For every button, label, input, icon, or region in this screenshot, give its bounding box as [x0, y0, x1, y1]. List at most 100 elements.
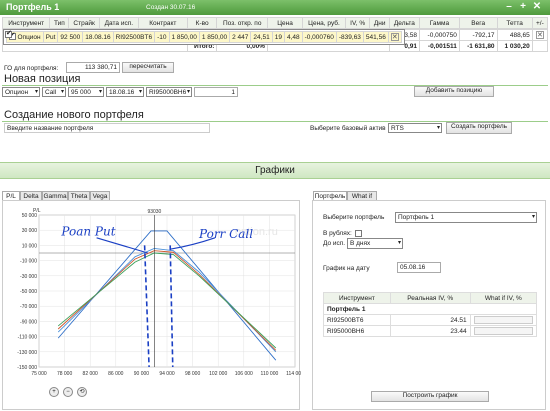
- table-cell: Put: [42, 31, 59, 43]
- portfolio-select-label: Выберите портфель: [323, 214, 385, 221]
- date-select[interactable]: 18.08.16 ▾: [106, 87, 144, 97]
- column-header[interactable]: Дельта: [388, 17, 421, 29]
- iv-table: Инструмент Реальная IV, % What if IV, % …: [323, 292, 538, 337]
- type-select[interactable]: Опцион ▾: [2, 87, 40, 97]
- table-cell: 1 850,00: [198, 31, 231, 43]
- total-cell: -1 631,80: [458, 40, 498, 52]
- column-header[interactable]: Тетта: [496, 17, 533, 29]
- column-header[interactable]: +/-: [531, 17, 549, 29]
- iv-head-real: Реальная IV, %: [389, 292, 471, 304]
- x-tick-label: 114 000: [286, 371, 301, 377]
- iv-whatif-input[interactable]: [469, 325, 538, 337]
- table-cell: -792,17: [458, 29, 498, 41]
- iv-whatif-input[interactable]: [469, 314, 538, 326]
- app-root: Портфель 1 Создан 30.07.16 – + ✕ Инструм…: [0, 0, 550, 411]
- add-position-button[interactable]: Добавить позицию: [414, 86, 494, 97]
- x-tick-label: 94 000: [159, 371, 175, 377]
- column-header[interactable]: Тип: [49, 17, 70, 29]
- column-header[interactable]: IV, %: [344, 17, 371, 29]
- table-cell: -10: [154, 31, 170, 43]
- total-cell: -0,001511: [419, 40, 460, 52]
- table-cell: RI92500BT6: [112, 31, 156, 43]
- y-tick-label: 10 000: [22, 243, 38, 249]
- table-cell: -0,000750: [419, 29, 460, 41]
- table-row: RI95000BH6 23.44: [323, 325, 538, 337]
- strike-select[interactable]: 95 000 ▾: [68, 87, 104, 97]
- x-tick-label: 106 000: [235, 371, 253, 377]
- table-cell: -839,63: [335, 31, 364, 43]
- price-marker-label: 93030: [147, 209, 161, 215]
- table-row: RI92500BT6 24.51: [323, 314, 538, 326]
- portfolio-select[interactable]: Портфель 1 ▾: [395, 212, 537, 223]
- column-header[interactable]: Вега: [458, 17, 498, 29]
- rub-label: В рублях:: [323, 230, 352, 237]
- portfolio-header: Портфель 1 Создан 30.07.16 – + ✕: [0, 0, 550, 15]
- rub-checkbox[interactable]: [355, 230, 362, 237]
- x-tick-label: 102 000: [209, 371, 227, 377]
- iv-real: 23.44: [389, 325, 471, 337]
- iv-head-whatif: What if IV, %: [469, 292, 538, 304]
- column-header[interactable]: Цена, руб.: [302, 17, 346, 29]
- column-header[interactable]: Контракт: [137, 17, 188, 29]
- table-cell: ✕: [531, 29, 549, 41]
- iv-instrument: RI92500BT6: [323, 314, 391, 326]
- created-date: Создан 30.07.16: [146, 4, 196, 11]
- iv-group: Портфель 1: [323, 303, 537, 315]
- instrument-label: Опцион: [17, 33, 41, 41]
- add-icon[interactable]: +: [518, 2, 528, 12]
- column-header[interactable]: Гамма: [419, 17, 460, 29]
- handdrawn-call-label: Porr Call: [198, 227, 253, 241]
- chart-date-input[interactable]: 05.08.16: [397, 262, 441, 273]
- x-tick-label: 86 000: [108, 371, 124, 377]
- table-cell: -0,000760: [301, 31, 337, 43]
- zoom-in-icon[interactable]: +: [49, 387, 59, 397]
- y-tick-label: -130 000: [17, 350, 37, 356]
- until-select[interactable]: В днях ▾: [347, 238, 403, 249]
- date-label: График на дату: [323, 265, 370, 272]
- zoom-reset-icon[interactable]: ⟲: [77, 387, 87, 397]
- y-tick-label: -70 000: [20, 304, 37, 310]
- row-checkbox[interactable]: [5, 29, 12, 39]
- table-cell: 92 500: [57, 31, 84, 43]
- x-tick-label: 82 000: [83, 371, 99, 377]
- table-cell: 488,65: [496, 29, 533, 41]
- close-icon[interactable]: ✕: [532, 2, 542, 12]
- asset-select[interactable]: RTS ▾: [388, 123, 442, 133]
- column-header[interactable]: К-во: [186, 17, 218, 29]
- total-cell: 1 030,20: [496, 40, 533, 52]
- y-axis-label: P/L: [33, 208, 41, 214]
- pl-chart-svg: 50 00030 00010 000-10 000-30 000-50 000-…: [17, 208, 304, 377]
- delete-row-icon[interactable]: ✕: [390, 33, 399, 41]
- recalc-button[interactable]: пересчитать: [122, 62, 174, 73]
- until-label: До исп.: [323, 240, 346, 247]
- column-header[interactable]: Поз. откр. по: [216, 17, 268, 29]
- x-tick-label: 78 000: [57, 371, 73, 377]
- minimize-icon[interactable]: –: [504, 2, 514, 12]
- iv-head-instrument: Инструмент: [323, 292, 391, 304]
- column-header[interactable]: Дата исп.: [98, 17, 139, 29]
- table-cell: 19: [271, 31, 285, 43]
- build-chart-button[interactable]: Построить график: [371, 391, 489, 402]
- qty-input[interactable]: 1: [194, 87, 238, 97]
- column-header[interactable]: Страйк: [68, 17, 100, 29]
- y-tick-label: -50 000: [20, 289, 37, 295]
- create-portfolio-button[interactable]: Создать портфель: [446, 122, 512, 134]
- table-row[interactable]: ОпционPut92 50018.08.16RI92500BT6-101 85…: [2, 29, 405, 45]
- positions-table: Инструмент Тип Страйк Дата исп. Контракт К-во…: [1, 17, 549, 52]
- new-position-title: Новая позиция: [4, 73, 81, 85]
- table-cell: 4,48: [283, 31, 303, 43]
- portfolio-name-input[interactable]: Введите название портфеля: [4, 123, 210, 133]
- delete-row-icon[interactable]: ✕: [535, 31, 544, 39]
- x-tick-label: 110 000: [261, 371, 279, 377]
- column-header[interactable]: Дни: [369, 17, 390, 29]
- y-tick-label: 30 000: [22, 228, 38, 234]
- kind-select[interactable]: Call ▾: [42, 87, 66, 97]
- zoom-out-icon[interactable]: −: [63, 387, 73, 397]
- y-tick-label: -110 000: [18, 335, 38, 341]
- table-cell: 24,51: [250, 31, 273, 43]
- column-header[interactable]: Инструмент: [1, 17, 51, 29]
- new-portfolio-title: Создание нового портфеля: [4, 109, 144, 121]
- column-header[interactable]: Цена: [266, 17, 304, 29]
- contract-select[interactable]: RI95000BH6 ▾: [146, 87, 192, 97]
- x-tick-label: 75 000: [31, 371, 47, 377]
